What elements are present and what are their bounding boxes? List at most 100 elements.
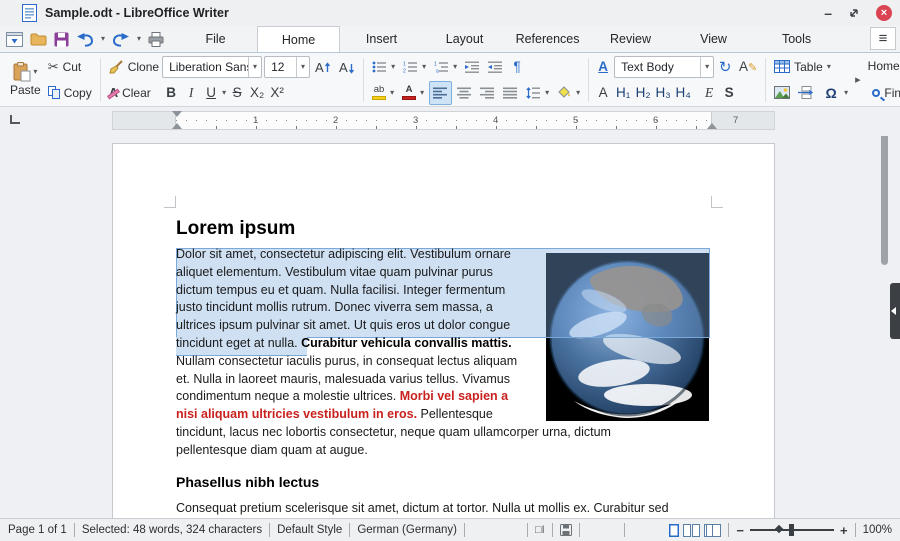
- heading4-style-button[interactable]: H₄: [674, 85, 692, 100]
- book-view-icon[interactable]: [704, 524, 721, 537]
- decrease-indent-button[interactable]: [485, 55, 506, 79]
- edit-style-button[interactable]: A✎: [736, 59, 760, 74]
- zoom-slider[interactable]: [750, 529, 834, 531]
- formatting-marks-button[interactable]: ¶: [508, 59, 526, 74]
- align-justify-button[interactable]: [500, 81, 521, 105]
- zoom-in-button[interactable]: +: [840, 523, 848, 538]
- sidebar-toggle-grip[interactable]: [890, 283, 900, 339]
- grow-font-button[interactable]: A: [312, 55, 334, 79]
- close-button[interactable]: ×: [876, 5, 892, 21]
- text-line[interactable]: Dolor sit amet, consectetur adipiscing e…: [176, 246, 669, 264]
- first-line-indent-marker[interactable]: [172, 111, 182, 117]
- update-style-icon[interactable]: ↻: [716, 58, 734, 76]
- italic-button[interactable]: I: [182, 85, 200, 101]
- clear-formatting-button[interactable]: A Clear: [106, 81, 162, 105]
- text-line[interactable]: justo tincidunt mollis rutrum. Donec viv…: [176, 299, 669, 317]
- tab-view[interactable]: View: [672, 26, 755, 52]
- text-line[interactable]: et. Nulla in laoreet mauris, malesuada v…: [176, 371, 669, 389]
- font-name-combo[interactable]: Liberation Sans ▾: [162, 56, 262, 78]
- line-spacing-button[interactable]: ▾: [523, 81, 552, 105]
- text-line[interactable]: nisi aliquam ultricies vestibulum in ero…: [176, 406, 669, 424]
- cut-button[interactable]: ✂ Cut: [45, 55, 95, 79]
- print-icon[interactable]: [148, 32, 164, 47]
- maximize-button[interactable]: [848, 7, 860, 19]
- zoom-out-button[interactable]: −: [736, 523, 744, 538]
- find-button[interactable]: Find: [865, 81, 900, 105]
- insert-page-break-button[interactable]: [795, 81, 817, 105]
- increase-indent-button[interactable]: [462, 55, 483, 79]
- zoom-slider-thumb[interactable]: [789, 524, 794, 536]
- minimize-button[interactable]: –: [824, 8, 832, 18]
- text-line[interactable]: ultrices ipsum pulvinar sit amet. Ut qui…: [176, 317, 669, 335]
- heading2-style-button[interactable]: H₂: [634, 85, 652, 100]
- single-page-view-icon[interactable]: [669, 524, 679, 537]
- horizontal-ruler[interactable]: 1 2 3 4 5 6 7: [112, 111, 775, 130]
- font-size-combo[interactable]: 12 ▾: [264, 56, 310, 78]
- text-line[interactable]: tincidunt eget at nulla. Curabitur vehic…: [176, 335, 669, 353]
- highlight-color-button[interactable]: ab ▾: [369, 81, 397, 105]
- paragraph-style-combo[interactable]: Text Body ▾: [614, 56, 714, 78]
- bullet-list-button[interactable]: ▾: [369, 55, 398, 79]
- superscript-button[interactable]: X²: [268, 85, 286, 100]
- shrink-font-button[interactable]: A: [336, 55, 358, 79]
- tab-layout[interactable]: Layout: [423, 26, 506, 52]
- redo-icon[interactable]: [112, 32, 130, 47]
- underline-caret[interactable]: ▾: [222, 89, 226, 97]
- insert-image-button[interactable]: [771, 81, 793, 105]
- copy-button[interactable]: Copy: [45, 81, 95, 105]
- outline-list-button[interactable]: 1a ▾: [431, 55, 460, 79]
- word-count-status[interactable]: Selected: 48 words, 324 characters: [82, 524, 262, 536]
- tab-tools[interactable]: Tools: [755, 26, 838, 52]
- save-icon[interactable]: [54, 32, 69, 47]
- document-paragraph-1[interactable]: Dolor sit amet, consectetur adipiscing e…: [176, 246, 669, 518]
- text-line[interactable]: pellentesque diam quam at augue.: [176, 442, 669, 460]
- tab-review[interactable]: Review: [589, 26, 672, 52]
- emphasis-style-button[interactable]: E: [700, 85, 718, 101]
- align-left-button[interactable]: [429, 81, 452, 105]
- align-center-button[interactable]: [454, 81, 475, 105]
- tab-stop-type-selector[interactable]: [10, 115, 20, 124]
- undo-icon[interactable]: [76, 32, 94, 47]
- tab-insert[interactable]: Insert: [340, 26, 423, 52]
- font-color-button[interactable]: A ▾: [399, 81, 427, 105]
- toolbar-overflow-expander[interactable]: ▸: [855, 73, 861, 86]
- paragraph-background-button[interactable]: ▾: [554, 81, 583, 105]
- undo-dropdown-caret[interactable]: ▾: [101, 35, 105, 43]
- hamburger-menu-icon[interactable]: ≡: [870, 27, 896, 50]
- left-indent-marker[interactable]: [172, 123, 182, 129]
- text-line[interactable]: aliquet elementum. Vestibulum vitae quam…: [176, 264, 669, 282]
- vertical-scrollbar-thumb[interactable]: [881, 136, 888, 265]
- text-line[interactable]: tincidunt, lacus nec lobortis consectetu…: [176, 424, 669, 442]
- page-count-status[interactable]: Page 1 of 1: [8, 524, 67, 536]
- insert-special-character-button[interactable]: Ω ▾: [819, 81, 851, 105]
- align-right-button[interactable]: [477, 81, 498, 105]
- home-menu-button[interactable]: Home ▾: [865, 54, 900, 78]
- document-modified-icon[interactable]: [560, 524, 572, 536]
- no-character-style-button[interactable]: A: [594, 85, 612, 100]
- text-line[interactable]: condimentum neque a molestie ultrices. M…: [176, 388, 669, 406]
- heading1-style-button[interactable]: H₁: [614, 85, 632, 100]
- subscript-button[interactable]: X₂: [248, 85, 266, 100]
- text-line[interactable]: Nullam consectetur iaculis purus, in con…: [176, 353, 669, 371]
- document-heading2[interactable]: Phasellus nibh lectus: [176, 474, 669, 492]
- tab-file[interactable]: File: [174, 26, 257, 52]
- bold-button[interactable]: B: [162, 85, 180, 100]
- numbered-list-button[interactable]: 12 ▾: [400, 55, 429, 79]
- right-indent-marker[interactable]: [707, 123, 717, 129]
- menubar-toggle-icon[interactable]: [6, 32, 23, 47]
- set-style-icon[interactable]: A: [594, 59, 612, 74]
- page-style-status[interactable]: Default Style: [277, 524, 342, 536]
- underline-button[interactable]: U: [202, 85, 220, 100]
- document-heading1[interactable]: Lorem ipsum: [176, 218, 295, 240]
- heading3-style-button[interactable]: H₃: [654, 85, 672, 100]
- selection-mode-icon[interactable]: □I: [535, 524, 545, 536]
- clone-formatting-button[interactable]: Clone: [106, 55, 162, 79]
- document-paragraph-2[interactable]: Consequat pretium scelerisque sit amet, …: [176, 500, 669, 518]
- language-status[interactable]: German (Germany): [357, 524, 457, 536]
- insert-table-button[interactable]: Table ▾: [771, 55, 834, 79]
- tab-home[interactable]: Home: [257, 26, 340, 52]
- page[interactable]: Lorem ipsum Dolor sit amet, consectetur …: [112, 143, 775, 518]
- multi-page-view-icon[interactable]: [683, 524, 700, 537]
- tab-references[interactable]: References: [506, 26, 589, 52]
- redo-dropdown-caret[interactable]: ▾: [137, 35, 141, 43]
